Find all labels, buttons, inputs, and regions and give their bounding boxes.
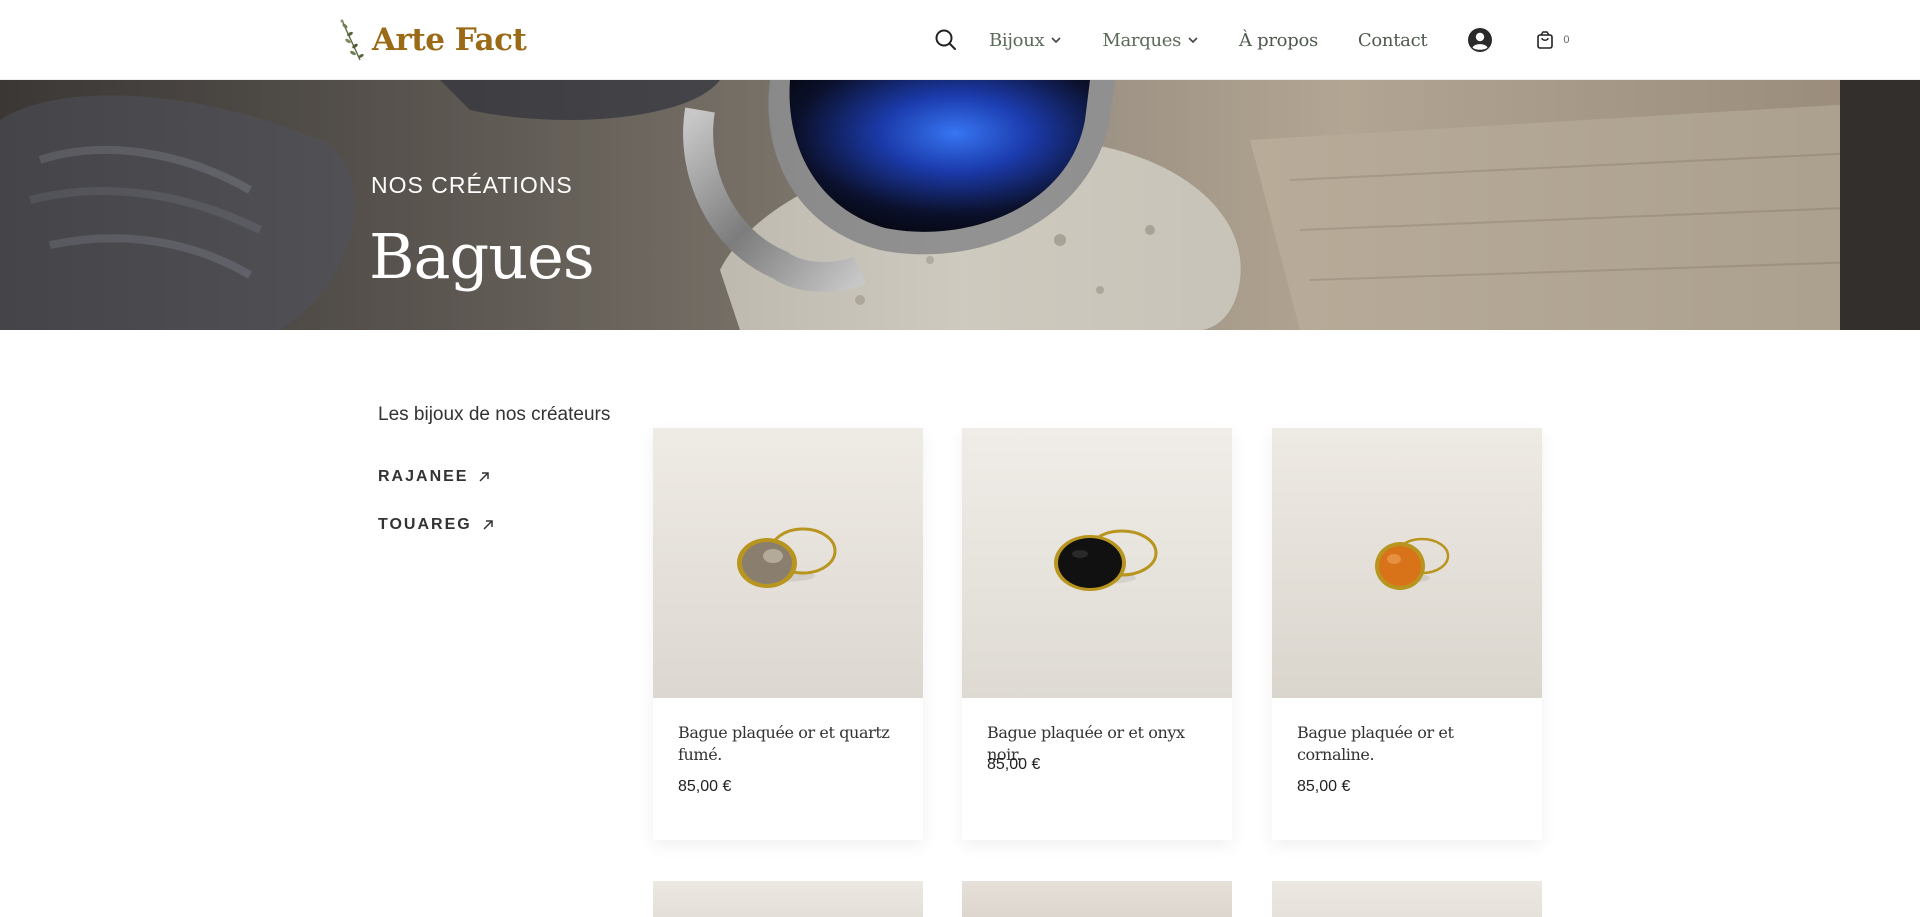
product-card[interactable]: Bague plaquée or et quartz fumé. 85,00 €	[653, 428, 923, 840]
nav-contact[interactable]: Contact	[1357, 29, 1428, 51]
ring-stone-carnelian	[1379, 546, 1421, 586]
product-price: 85,00 €	[1297, 778, 1351, 795]
brand-link-label: TOUAREG	[378, 516, 472, 533]
nav-apropos[interactable]: À propos	[1239, 30, 1318, 51]
nav-apropos-label: À propos	[1239, 29, 1318, 51]
product-image	[653, 428, 923, 698]
arrow-up-right-icon	[479, 472, 490, 482]
site-logo[interactable]: Arte Fact	[338, 16, 527, 64]
logo-text: Arte Fact	[372, 22, 527, 58]
product-name[interactable]: Bague plaquée or et quartz fumé.	[678, 722, 903, 766]
ring-stone-onyx	[1058, 538, 1122, 588]
nav-marques[interactable]: Marques	[1102, 30, 1199, 51]
product-card-partial[interactable]	[962, 881, 1232, 917]
product-card[interactable]: Bague plaquée or et onyx noir. 85,00 €	[962, 428, 1232, 840]
nav-bijoux-label: Bijoux	[989, 29, 1045, 51]
ring-stone-quartz	[742, 542, 792, 584]
main-nav: Bijoux Marques À propos Contact 0	[933, 22, 1569, 58]
product-image	[962, 428, 1232, 698]
account-icon[interactable]	[1467, 27, 1493, 53]
arrow-up-right-icon	[483, 520, 493, 530]
brand-link-touareg[interactable]: TOUAREG	[378, 516, 638, 534]
product-image	[1272, 428, 1542, 698]
shopping-bag-icon	[1537, 31, 1554, 49]
sidebar-title: Les bijoux de nos créateurs	[378, 404, 611, 425]
chevron-down-icon	[1188, 37, 1198, 44]
product-card-partial[interactable]	[1272, 881, 1542, 917]
product-price: 85,00 €	[678, 778, 732, 795]
chevron-down-icon	[1051, 37, 1061, 44]
collection-hero: NOS CRÉATIONS Bagues	[0, 80, 1920, 330]
brand-link-label: RAJANEE	[378, 468, 469, 485]
cart-button[interactable]: 0	[1535, 30, 1569, 50]
hero-overline: NOS CRÉATIONS	[371, 172, 573, 198]
leaf-branch-icon	[340, 19, 364, 61]
product-card[interactable]: Bague plaquée or et cornaline. 85,00 €	[1272, 428, 1542, 840]
nav-marques-label: Marques	[1102, 29, 1182, 51]
site-header: Arte Fact Bijoux Marques À propos Contac…	[0, 0, 1920, 80]
nav-bijoux[interactable]: Bijoux	[989, 30, 1062, 51]
creators-sidebar: Les bijoux de nos créateurs RAJANEE TOUA…	[378, 404, 638, 564]
page-title: Bagues	[369, 220, 595, 293]
cart-count: 0	[1563, 34, 1570, 46]
hero-background-image	[0, 80, 1920, 330]
search-icon[interactable]	[933, 27, 959, 53]
product-name[interactable]: Bague plaquée or et cornaline.	[1297, 722, 1522, 766]
product-card-partial[interactable]	[653, 881, 923, 917]
nav-contact-label: Contact	[1357, 29, 1428, 51]
product-price: 85,00 €	[987, 756, 1041, 773]
brand-link-rajanee[interactable]: RAJANEE	[378, 468, 638, 486]
